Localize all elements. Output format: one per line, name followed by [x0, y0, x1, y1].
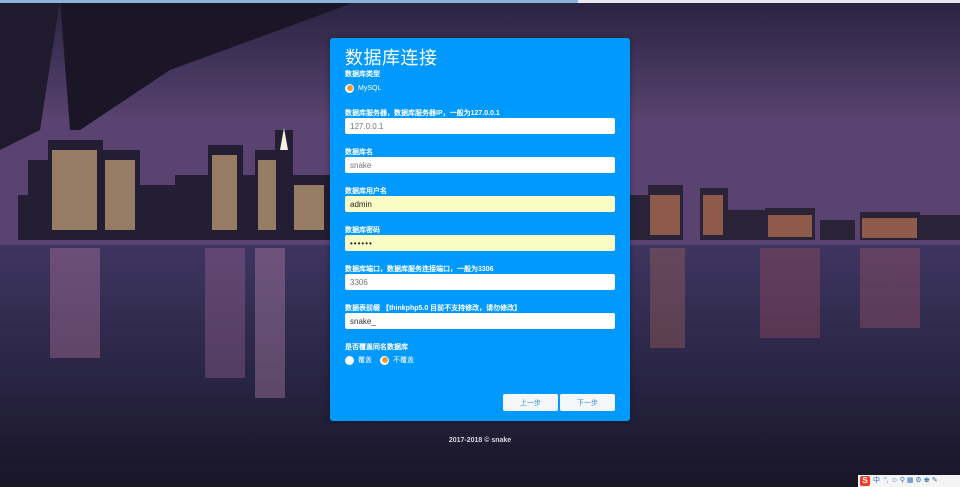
db-type-option-mysql[interactable]: MySQL	[345, 83, 382, 93]
db-type-radio-group: MySQL	[345, 82, 389, 94]
ime-tool-icons[interactable]: °, ☺ ⚲ ▦ ⚙ ♚ ✎	[884, 476, 938, 486]
prev-step-button[interactable]: 上一步	[503, 394, 558, 411]
ime-toolbar: S 中 °, ☺ ⚲ ▦ ⚙ ♚ ✎	[858, 475, 960, 487]
overwrite-option-no[interactable]: 不覆盖	[380, 355, 414, 365]
db-password-input[interactable]	[345, 235, 615, 251]
table-prefix-input[interactable]	[345, 313, 615, 329]
overwrite-option-no-label: 不覆盖	[393, 357, 414, 364]
top-accent-bar-left	[0, 0, 578, 3]
db-password-label: 数据库密码	[345, 227, 380, 234]
overwrite-label: 是否覆盖同名数据库	[345, 344, 408, 351]
top-accent-bar	[0, 0, 960, 3]
db-host-label: 数据库服务器，数据库服务器IP，一般为127.0.0.1	[345, 110, 500, 117]
db-name-input[interactable]	[345, 157, 615, 173]
db-name-label: 数据库名	[345, 149, 373, 156]
db-user-label: 数据库用户名	[345, 188, 387, 195]
next-step-button[interactable]: 下一步	[560, 394, 615, 411]
db-port-label: 数据库端口，数据库服务连接端口，一般为3306	[345, 266, 494, 273]
radio-selected-icon[interactable]	[380, 355, 389, 365]
db-user-input[interactable]	[345, 196, 615, 212]
radio-unselected-icon[interactable]	[345, 355, 354, 365]
radio-selected-icon[interactable]	[345, 83, 354, 93]
db-host-input[interactable]	[345, 118, 615, 134]
overwrite-option-yes-label: 覆盖	[358, 357, 372, 364]
overwrite-radio-group: 覆盖 不覆盖	[345, 354, 422, 366]
copyright-footer: 2017-2018 © snake	[448, 437, 512, 444]
sogou-logo-icon[interactable]: S	[860, 476, 870, 486]
db-type-option-label: MySQL	[358, 84, 382, 92]
db-connection-panel: 数据库连接 数据库类型 MySQL 数据库服务器，数据库服务器IP，一般为127…	[330, 38, 630, 421]
table-prefix-label: 数据表前缀 【thinkphp5.0 目前不支持修改，请勿修改】	[345, 305, 522, 312]
top-accent-bar-right	[578, 0, 960, 3]
db-type-label: 数据库类型	[345, 71, 380, 78]
overwrite-option-yes[interactable]: 覆盖	[345, 355, 372, 365]
ime-mode-label[interactable]: 中	[873, 476, 880, 486]
db-port-input[interactable]	[345, 274, 615, 290]
page-title: 数据库连接	[345, 48, 438, 68]
